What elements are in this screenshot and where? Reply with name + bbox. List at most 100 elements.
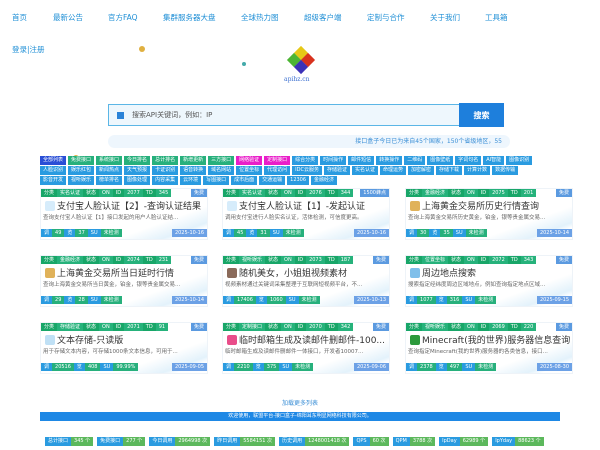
- nav-item[interactable]: 超级客户端: [304, 12, 342, 23]
- meta-field: 状态: [448, 189, 465, 197]
- nav-item[interactable]: 集群服务器大盘: [163, 12, 216, 23]
- card-title[interactable]: 上海黄金交易所历史行情查询: [410, 199, 539, 212]
- category-tag[interactable]: 云环境: [180, 176, 202, 185]
- category-tag[interactable]: 今日排名: [124, 156, 151, 165]
- category-tag[interactable]: 总计排名: [152, 156, 179, 165]
- card-title[interactable]: 临时邮箱生成及读邮件删邮件-100...: [227, 333, 385, 346]
- category-tag[interactable]: 内容采集: [152, 176, 179, 185]
- card-stats: 调 1077 览 316 SU 未检测: [406, 296, 497, 304]
- category-tag[interactable]: 存储下载: [436, 166, 463, 175]
- category-tag[interactable]: 数据传输: [492, 166, 519, 175]
- search-input[interactable]: 搜索API关键词，例如：IP: [108, 104, 463, 126]
- category-tag[interactable]: 图像处理: [124, 176, 151, 185]
- category-tag[interactable]: 实名认证: [351, 166, 378, 175]
- category-tag[interactable]: 命理运势: [380, 166, 407, 175]
- search-button[interactable]: 搜索: [459, 103, 504, 127]
- api-card[interactable]: 分类 实名认证 状态 ON ID 2076 TD 344 1500蜂点 支付宝人脸认证【1】-发起…: [222, 188, 390, 240]
- category-tag[interactable]: 位置坐标: [236, 166, 263, 175]
- category-tag[interactable]: 存储验证: [323, 166, 350, 175]
- category-tag[interactable]: 图像识别: [506, 156, 533, 165]
- category-tag[interactable]: 代理访问: [264, 166, 291, 175]
- card-date: 2025-10-14: [171, 296, 207, 304]
- category-tag[interactable]: 娱乐红包: [68, 166, 95, 175]
- category-tag[interactable]: 字词句名: [455, 156, 482, 165]
- category-tag[interactable]: 视听娱乐: [68, 176, 95, 185]
- category-tag[interactable]: 成市后面: [231, 176, 258, 185]
- category-tag[interactable]: 加密解密: [408, 166, 435, 175]
- category-tag[interactable]: 二维码: [404, 156, 426, 165]
- api-card[interactable]: 分类 定制接口 状态 ON ID 2070 TD 342 免费 临时邮箱生成及读邮件删邮件-100…: [222, 322, 390, 374]
- meta-field: TD: [507, 189, 521, 197]
- api-card[interactable]: 分类 金融经济 状态 ON ID 2074 TD 231 免费 上海黄金交易所当日延时行情 查询上海…: [40, 255, 208, 307]
- api-card[interactable]: 分类 位置坐标 状态 ON ID 2072 TD 343 免费 周边地点搜索 搜索指定经纬度周边区域…: [405, 255, 573, 307]
- category-tag[interactable]: 全部列表: [40, 156, 67, 165]
- card-title[interactable]: 文本存储-只读版: [45, 333, 123, 346]
- category-tag[interactable]: 新闻热点: [96, 166, 123, 175]
- category-tags: 全部列表 免费接口 系统接口 今日排名 总计排名 新增更新 三方接口 网络验证 定制接口 综合分类…: [40, 156, 570, 186]
- meta-field: 187: [337, 256, 354, 264]
- category-tag[interactable]: 12306: [287, 176, 310, 185]
- card-description: 调用支付宝进行人脸实名认证，活体检测，可信度更高。: [225, 215, 363, 221]
- category-tag[interactable]: 三方接口: [208, 156, 235, 165]
- category-tag[interactable]: 系统接口: [96, 156, 123, 165]
- category-tag[interactable]: 人脸识别: [40, 166, 67, 175]
- card-stats: 调 45 览 31 SU 未检测: [223, 229, 304, 237]
- api-card[interactable]: 分类 视听娱乐 状态 ON ID 2069 TD 220 免费 Minecraft(我的世界)服务…: [405, 322, 573, 374]
- stat-field: 1077: [417, 296, 436, 304]
- card-title[interactable]: 周边地点搜索: [410, 266, 476, 279]
- card-title-text[interactable]: 上海黄金交易所当日延时行情: [57, 266, 174, 279]
- card-title-text[interactable]: 周边地点搜索: [422, 266, 476, 279]
- category-tag[interactable]: 新增更新: [180, 156, 207, 165]
- api-card[interactable]: 分类 实名认证 状态 ON ID 2077 TD 345 免费 支付宝人脸认证【2】-查询认证结果…: [40, 188, 208, 240]
- card-title-text[interactable]: 支付宝人脸认证【1】-发起认证: [239, 199, 365, 212]
- card-title-text[interactable]: 上海黄金交易所历史行情查询: [422, 199, 539, 212]
- category-tag[interactable]: 卡证识别: [152, 166, 179, 175]
- category-tag[interactable]: 影音开发: [40, 176, 67, 185]
- nav-item[interactable]: 全球热力图: [241, 12, 279, 23]
- category-tag[interactable]: AI智能: [483, 156, 505, 165]
- load-more-link[interactable]: 加载更多列表: [0, 398, 600, 407]
- card-title[interactable]: Minecraft(我的世界)服务器信息查询: [410, 333, 570, 346]
- category-tag[interactable]: IDC云服务: [292, 166, 322, 175]
- nav-item[interactable]: 工具箱: [485, 12, 508, 23]
- api-card[interactable]: 分类 视听娱乐 状态 ON ID 2073 TD 187 免费 随机美女，小姐姐视频素材 视频素材通…: [222, 255, 390, 307]
- nav-item[interactable]: 首页: [12, 12, 27, 23]
- stat-value: 3788 次: [409, 437, 436, 446]
- login-register-link[interactable]: 登录|注册: [12, 44, 45, 55]
- category-tag[interactable]: 转换操作: [376, 156, 403, 165]
- card-title-text[interactable]: 临时邮箱生成及读邮件删邮件-100...: [239, 333, 385, 346]
- card-title-text[interactable]: Minecraft(我的世界)服务器信息查询: [422, 333, 570, 346]
- category-tag[interactable]: 计算计数: [464, 166, 491, 175]
- category-tag[interactable]: 网络验证: [236, 156, 263, 165]
- category-tag[interactable]: 榜单排名: [96, 176, 123, 185]
- category-tag[interactable]: 免费接口: [68, 156, 95, 165]
- card-title[interactable]: 上海黄金交易所当日延时行情: [45, 266, 174, 279]
- nav-item[interactable]: 官方FAQ: [108, 12, 138, 23]
- stat-field: 调: [41, 229, 53, 237]
- category-tag[interactable]: 金融经济: [311, 176, 338, 185]
- search-placeholder: 搜索API关键词，例如：IP: [132, 111, 213, 119]
- card-title-text[interactable]: 随机美女，小姐姐视频素材: [239, 266, 347, 279]
- api-card[interactable]: 分类 存储验证 状态 ON ID 2071 TD 91 免费 文本存储-只读版 用于存储文本内容，可…: [40, 322, 208, 374]
- card-title-text[interactable]: 文本存储-只读版: [57, 333, 123, 346]
- site-logo[interactable]: apihz.cn: [284, 45, 316, 86]
- category-tag[interactable]: 域名网站: [208, 166, 235, 175]
- nav-item[interactable]: 最新公告: [53, 12, 83, 23]
- category-tag[interactable]: 定制接口: [264, 156, 291, 165]
- category-tag[interactable]: 邮件短信: [348, 156, 375, 165]
- card-title[interactable]: 支付宝人脸认证【1】-发起认证: [227, 199, 365, 212]
- category-tag[interactable]: 写图接口: [203, 176, 230, 185]
- category-tag[interactable]: 天气预报: [124, 166, 151, 175]
- category-tag[interactable]: 图像壁纸: [427, 156, 454, 165]
- card-title-text[interactable]: 支付宝人脸认证【2】-查询认证结果: [57, 199, 201, 212]
- api-card[interactable]: 分类 金融经济 状态 ON ID 2075 TD 201 免费 上海黄金交易所历史行情查询 查询上海…: [405, 188, 573, 240]
- category-tag[interactable]: 语音转换: [180, 166, 207, 175]
- card-title[interactable]: 随机美女，小姐姐视频素材: [227, 266, 347, 279]
- category-tag[interactable]: 交通运输: [259, 176, 286, 185]
- nav-item[interactable]: 关于我们: [430, 12, 460, 23]
- category-tag[interactable]: 时间操作: [320, 156, 347, 165]
- category-tag[interactable]: 综合分类: [292, 156, 319, 165]
- nav-item[interactable]: 定制与合作: [367, 12, 405, 23]
- card-title[interactable]: 支付宝人脸认证【2】-查询认证结果: [45, 199, 201, 212]
- stat-item: 昨日调用 5584151 次: [214, 437, 276, 446]
